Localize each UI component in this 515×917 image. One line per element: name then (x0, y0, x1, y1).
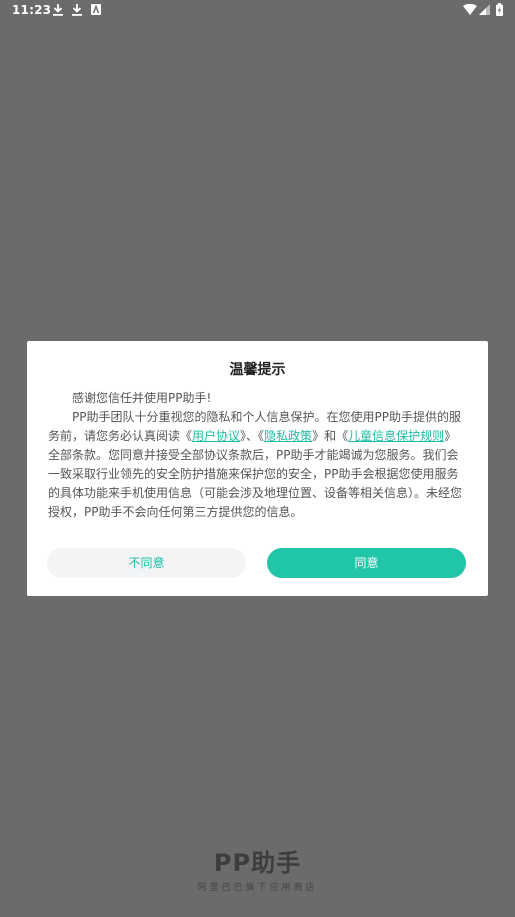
privacy-notice-paragraph: PP助手团队十分重视您的隐私和个人信息保护。在您使用PP助手提供的服务前，请您务… (48, 408, 467, 522)
greeting-text: 感谢您信任并使用PP助手! (72, 391, 212, 405)
download-icon (53, 4, 63, 16)
dialog-title: 温馨提示 (229, 362, 286, 378)
brand-slogan: 阿里巴巴旗下应用商店 (197, 883, 318, 893)
status-bar: 11:23 (0, 0, 515, 22)
status-time: 11:23 (12, 3, 52, 17)
disagree-button[interactable]: 不同意 (47, 548, 246, 578)
download-icon (72, 4, 82, 16)
children-info-protection-link[interactable]: 儿童信息保护规则 (348, 429, 444, 443)
brand-footer: PP助手 阿里巴巴旗下应用商店 (0, 843, 515, 893)
notice-text: 》和《 (312, 429, 349, 443)
pp-logo: PP助手 (213, 849, 302, 877)
user-agreement-link[interactable]: 用户协议 (192, 429, 240, 443)
battery-icon (496, 3, 503, 16)
dialog-body: 感谢您信任并使用PP助手! PP助手团队十分重视您的隐私和个人信息保护。在您使用… (48, 389, 467, 522)
android-notification-icon (91, 4, 101, 15)
cell-signal-icon (479, 4, 490, 15)
agree-button[interactable]: 同意 (267, 548, 466, 578)
privacy-policy-link[interactable]: 隐私政策 (264, 429, 312, 443)
privacy-dialog: 温馨提示 感谢您信任并使用PP助手! PP助手团队十分重视您的隐私和个人信息保护… (27, 341, 488, 596)
notice-text: 》、《 (240, 429, 265, 443)
wifi-icon (463, 4, 477, 15)
